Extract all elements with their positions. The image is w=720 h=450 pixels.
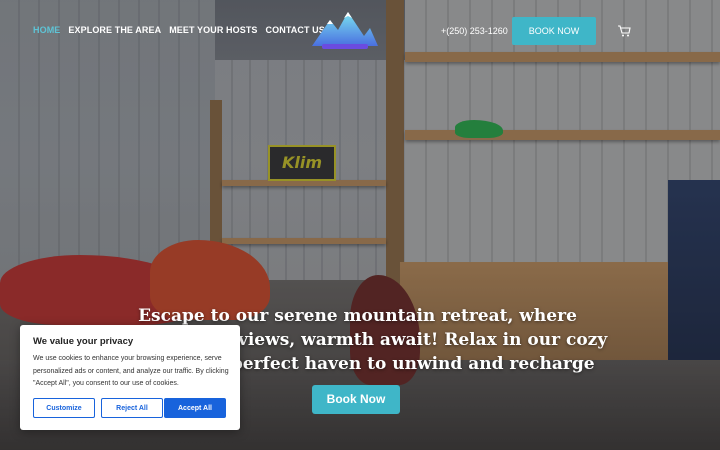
cookie-consent-banner: We value your privacy We use cookies to …	[20, 325, 240, 430]
accept-all-button[interactable]: Accept All	[164, 398, 226, 418]
customize-button[interactable]: Customize	[33, 398, 95, 418]
cart-icon[interactable]	[617, 24, 631, 37]
nav-item-explore-the-area[interactable]: EXPLORE THE AREA	[68, 25, 161, 35]
book-now-header-button[interactable]: BOOK NOW	[512, 17, 596, 45]
cookie-description: We use cookies to enhance your browsing …	[33, 355, 229, 387]
phone-number[interactable]: +(250) 253-1260	[441, 26, 508, 36]
nav-item-home[interactable]: HOME	[33, 25, 60, 35]
cookie-title: We value your privacy	[33, 336, 134, 347]
mountain-logo-icon[interactable]	[308, 6, 380, 54]
book-now-hero-button[interactable]: Book Now	[312, 385, 400, 414]
main-nav: HOME EXPLORE THE AREA MEET YOUR HOSTS CO…	[33, 25, 325, 35]
nav-item-meet-your-hosts[interactable]: MEET YOUR HOSTS	[169, 25, 257, 35]
reject-all-button[interactable]: Reject All	[101, 398, 163, 418]
